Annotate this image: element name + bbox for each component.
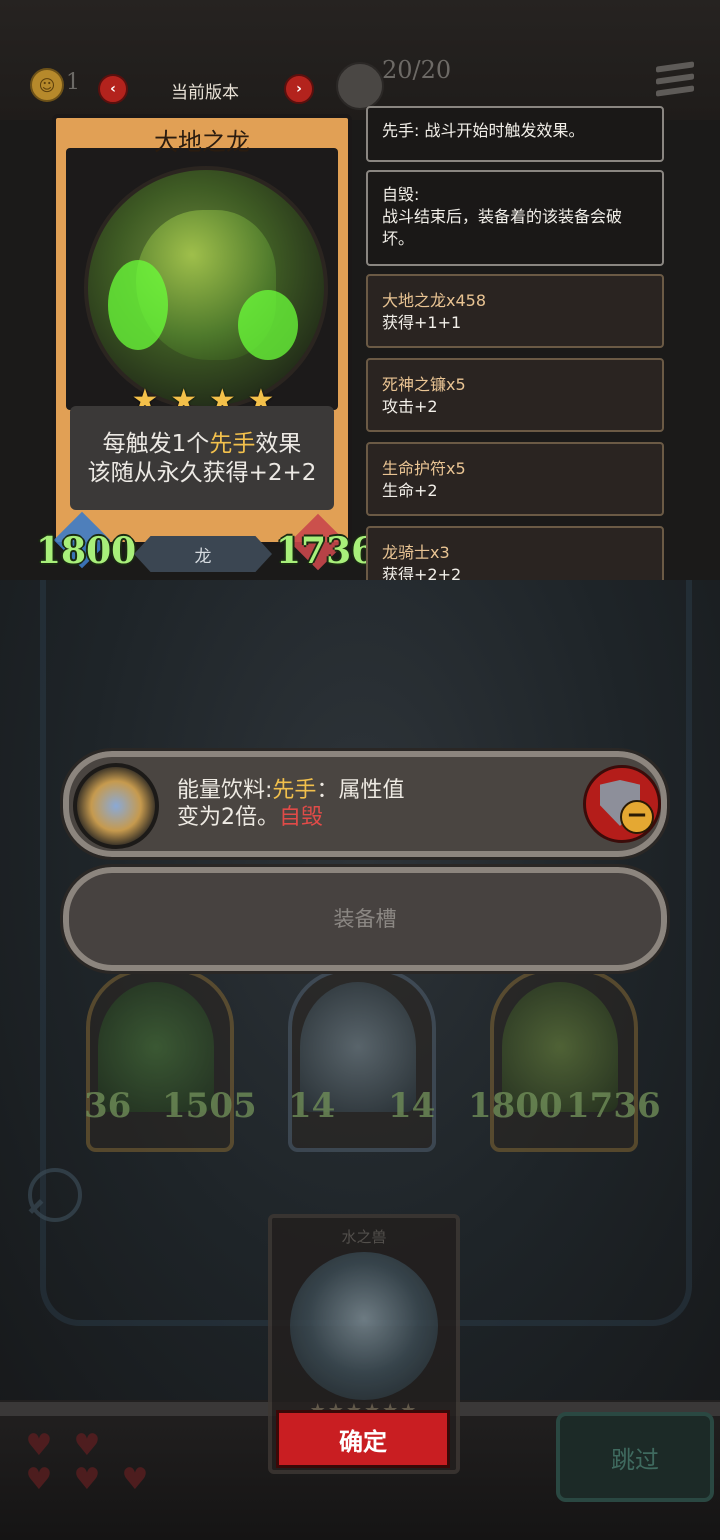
minus-icon: − [620, 800, 654, 834]
equipment-row: 生命护符x5 生命+2 [366, 442, 664, 516]
energy-drink-icon [73, 763, 159, 849]
equipment-effect: 获得+1+1 [382, 313, 462, 332]
keyword-text: 战斗结束后，装备着的该装备会破坏。 [382, 207, 623, 248]
heart-icon: ♥ [25, 1462, 53, 1497]
flame-effect [108, 260, 168, 350]
equipment-name: 大地之龙x458 [382, 291, 487, 310]
equipment-keyword: 先手 [272, 778, 317, 803]
equipment-popup: 能量饮料:先手：属性值 变为2倍。自毁 − [60, 748, 670, 860]
flame-effect [238, 290, 298, 360]
avatar-icon [336, 62, 384, 110]
version-label: 当前版本 [171, 83, 239, 103]
board-unit-health: 14 [388, 1086, 436, 1126]
coin-icon: ☺ [30, 68, 64, 102]
equipment-text: ：属性值 [316, 778, 405, 803]
equipment-slot-label: 装备槽 [333, 907, 397, 931]
next-version-button[interactable]: › [284, 74, 314, 104]
keyword-title: 自毁: [382, 185, 420, 204]
board-unit-health: 1505 [162, 1086, 257, 1126]
equipment-effect: 生命+2 [382, 481, 438, 500]
unit-portrait [84, 166, 328, 410]
board-unit-attack: 1800 [468, 1086, 563, 1126]
heart-icon: ♥ [73, 1428, 101, 1463]
unit-ability: 每触发1个先手效果 该随从永久获得+2+2 [70, 406, 334, 510]
shop-unit-name: 水之兽 [341, 1228, 387, 1246]
coin-count: 1 [66, 70, 80, 95]
skip-button[interactable]: 跳过 [556, 1412, 714, 1502]
equipment-row: 大地之龙x458 获得+1+1 [366, 274, 664, 348]
heart-icon: ♥ [25, 1428, 53, 1463]
equipment-effect: 攻击+2 [382, 397, 438, 416]
board-unit-attack: 14 [288, 1086, 336, 1126]
ability-text: 效果 [255, 431, 302, 457]
keyword-self-destruct: 自毁: 战斗结束后，装备着的该装备会破坏。 [366, 170, 664, 266]
equipment-keyword: 自毁 [279, 805, 324, 830]
equipment-name: 能量饮料: [177, 778, 273, 803]
equipment-name: 龙骑士x3 [382, 543, 450, 562]
board-unit-health: 1736 [566, 1086, 661, 1126]
equipment-name: 生命护符x5 [382, 459, 466, 478]
unit-name: 大地之龙 [154, 128, 250, 156]
unit-detail-card: 大地之龙 ★ ★ ★ ★ 每触发1个先手效果 该随从永久获得+2+2 [52, 114, 352, 546]
ability-keyword: 先手 [209, 431, 256, 457]
keyword-text: 先手: 战斗开始时触发效果。 [382, 121, 585, 140]
equipment-row: 死神之镰x5 攻击+2 [366, 358, 664, 432]
heart-icon: ♥ [121, 1462, 149, 1497]
board-count: 20/20 [382, 56, 452, 84]
heart-icon: ♥ [73, 1462, 101, 1497]
unit-tribe: 龙 [134, 536, 272, 572]
info-panel[interactable]: 先手: 战斗开始时触发效果。 自毁: 战斗结束后，装备着的该装备会破坏。 大地之… [362, 104, 674, 580]
equipment-name: 死神之镰x5 [382, 375, 466, 394]
prev-version-button[interactable]: ‹ [98, 74, 128, 104]
equipment-row: 龙骑士x3 获得+2+2 [366, 526, 664, 580]
keyword-first-strike: 先手: 战斗开始时触发效果。 [366, 106, 664, 162]
equipment-description: 能量饮料:先手：属性值 变为2倍。自毁 [177, 777, 404, 831]
unit-attack: 1800 [36, 530, 137, 572]
unequip-button[interactable]: − [583, 765, 661, 843]
menu-icon[interactable] [656, 61, 694, 97]
ability-text: 每触发1个 [102, 431, 210, 457]
shop-unit-portrait [290, 1252, 438, 1400]
equipment-text: 变为2倍。 [177, 805, 279, 830]
confirm-button[interactable]: 确定 [276, 1410, 450, 1468]
ability-text: 该随从永久获得+2+2 [87, 460, 317, 486]
search-icon[interactable] [28, 1168, 82, 1222]
equipment-effect: 获得+2+2 [382, 565, 462, 580]
equipment-slot[interactable]: 装备槽 [60, 864, 670, 974]
board-unit-attack: 36 [84, 1086, 132, 1126]
